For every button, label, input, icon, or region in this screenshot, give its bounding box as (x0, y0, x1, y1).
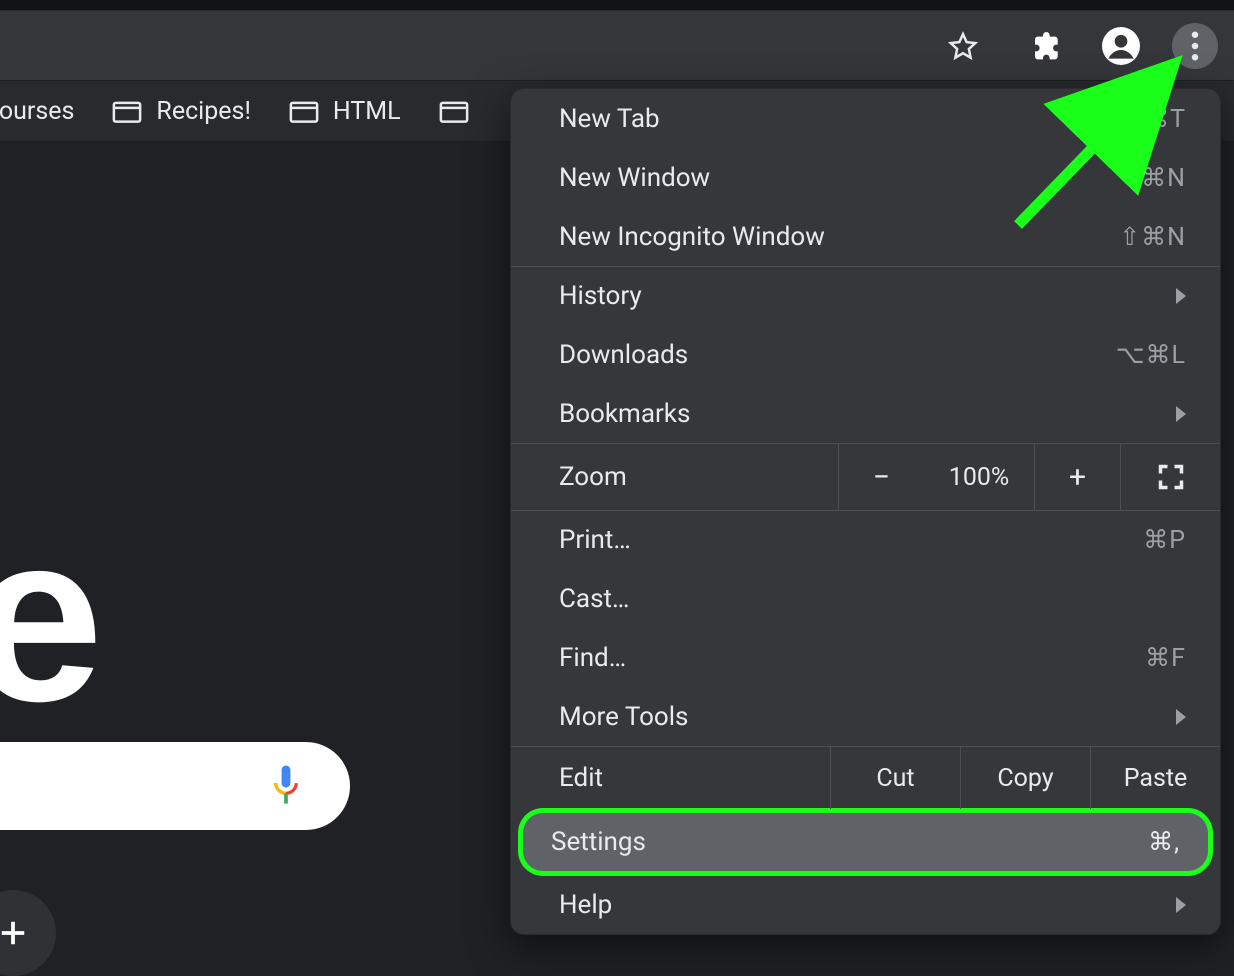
menu-print[interactable]: Print… ⌘P (511, 510, 1220, 569)
menu-shortcut: ⇧⌘N (1119, 222, 1186, 252)
menu-label: History (559, 281, 642, 311)
toolbar-right (940, 23, 1218, 69)
menu-find[interactable]: Find… ⌘F (511, 628, 1220, 687)
menu-label: Settings (551, 827, 646, 857)
menu-history[interactable]: History (511, 266, 1220, 325)
menu-label: Downloads (559, 340, 688, 370)
microphone-icon (268, 764, 304, 808)
submenu-arrow-icon (1176, 288, 1186, 304)
submenu-arrow-icon (1176, 406, 1186, 422)
google-logo-fragment: e (0, 497, 97, 737)
submenu-arrow-icon (1176, 897, 1186, 913)
plus-icon (0, 918, 28, 948)
menu-shortcut: ⌘N (1141, 163, 1186, 193)
menu-zoom-row: Zoom − 100% + (511, 443, 1220, 510)
bookmark-label: HTML (333, 97, 401, 126)
profile-avatar-icon (1102, 27, 1140, 65)
star-outline-icon (948, 31, 978, 61)
bookmark-folder[interactable]: & courses (0, 93, 80, 130)
add-shortcut-button[interactable] (0, 890, 56, 976)
menu-label: Zoom (511, 444, 838, 510)
bookmark-star-button[interactable] (940, 23, 986, 69)
edit-copy-button[interactable]: Copy (960, 747, 1090, 809)
menu-label: Cast… (559, 584, 629, 614)
menu-shortcut: ⌘F (1145, 643, 1186, 673)
menu-downloads[interactable]: Downloads ⌥⌘L (511, 325, 1220, 384)
profile-button[interactable] (1098, 23, 1144, 69)
menu-shortcut: ⌥⌘L (1116, 340, 1186, 370)
menu-cast[interactable]: Cast… (511, 569, 1220, 628)
menu-more-tools[interactable]: More Tools (511, 687, 1220, 746)
folder-icon (112, 98, 142, 124)
menu-help[interactable]: Help (511, 875, 1220, 934)
bookmark-label: & courses (0, 97, 74, 126)
menu-settings[interactable]: Settings ⌘, (523, 813, 1208, 871)
menu-label: Edit (511, 747, 830, 809)
menu-shortcut: ⌘, (1148, 827, 1180, 857)
menu-bookmarks[interactable]: Bookmarks (511, 384, 1220, 443)
fullscreen-icon (1157, 463, 1185, 491)
folder-icon (439, 98, 469, 124)
search-input[interactable] (0, 742, 350, 830)
menu-label: Print… (559, 525, 631, 555)
fullscreen-button[interactable] (1120, 444, 1220, 510)
bookmark-folder[interactable]: HTML (283, 93, 407, 130)
folder-icon (289, 98, 319, 124)
toolbar (0, 10, 1234, 80)
edit-paste-button[interactable]: Paste (1090, 747, 1220, 809)
menu-new-incognito[interactable]: New Incognito Window ⇧⌘N (511, 207, 1220, 266)
menu-shortcut: ⌘P (1143, 525, 1186, 555)
zoom-value: 100% (924, 444, 1034, 510)
menu-label: Bookmarks (559, 399, 690, 429)
menu-label: More Tools (559, 702, 688, 732)
chrome-menu: New Tab ⌘T New Window ⌘N New Incognito W… (510, 88, 1221, 935)
extensions-button[interactable] (1024, 23, 1070, 69)
menu-label: New Incognito Window (559, 222, 825, 252)
edit-cut-button[interactable]: Cut (830, 747, 960, 809)
zoom-in-button[interactable]: + (1034, 444, 1120, 510)
zoom-out-button[interactable]: − (838, 444, 924, 510)
puzzle-icon (1031, 30, 1063, 62)
submenu-arrow-icon (1176, 709, 1186, 725)
menu-label: Find… (559, 643, 626, 673)
tab-strip (0, 0, 1234, 10)
kebab-menu-button[interactable] (1172, 23, 1218, 69)
menu-new-window[interactable]: New Window ⌘N (511, 148, 1220, 207)
menu-label: Help (559, 890, 612, 920)
menu-label: New Tab (559, 104, 660, 134)
vertical-dots-icon (1191, 31, 1199, 61)
bookmark-folder[interactable] (433, 94, 475, 128)
menu-edit-row: Edit Cut Copy Paste (511, 746, 1220, 809)
menu-new-tab[interactable]: New Tab ⌘T (511, 89, 1220, 148)
menu-shortcut: ⌘T (1144, 104, 1186, 134)
bookmark-label: Recipes! (156, 97, 250, 126)
bookmark-folder[interactable]: Recipes! (106, 93, 256, 130)
menu-label: New Window (559, 163, 710, 193)
